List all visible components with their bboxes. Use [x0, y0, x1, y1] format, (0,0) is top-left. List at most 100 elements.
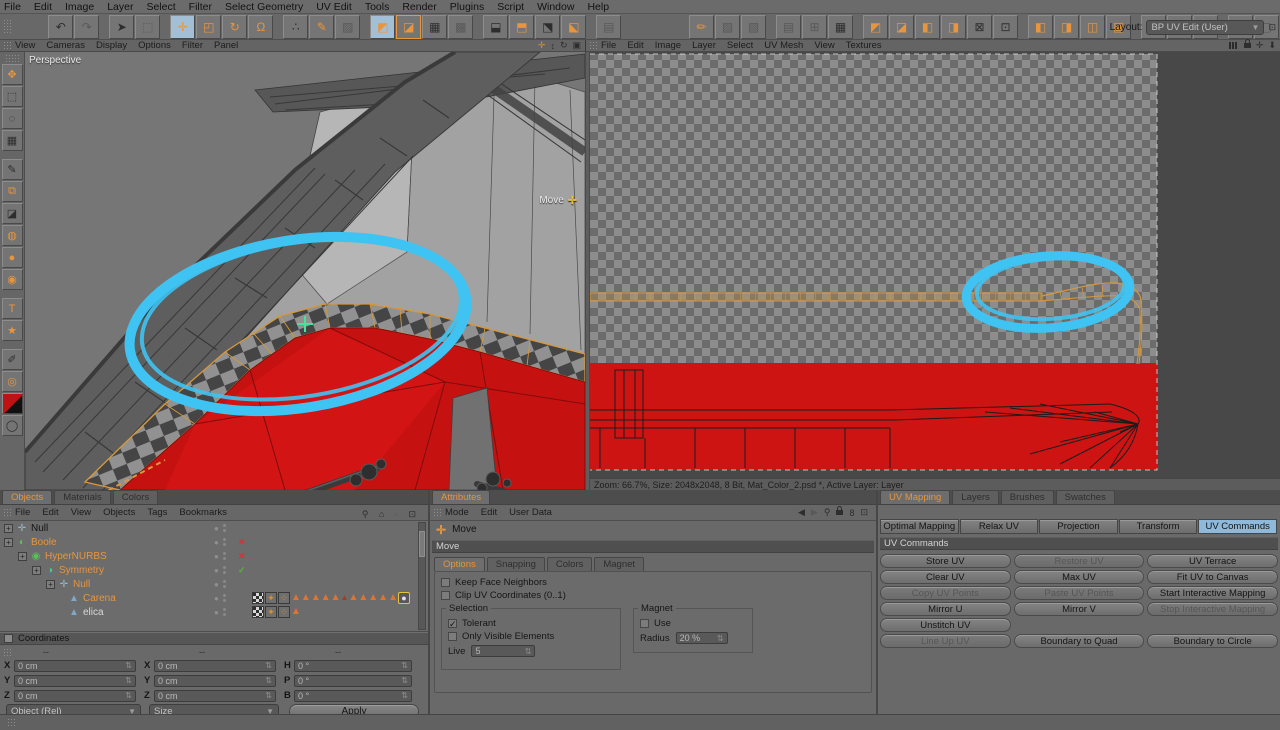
home-icon[interactable]: ⌂ — [379, 509, 384, 519]
coord-pos-y[interactable]: 0 cm ⇅ — [14, 674, 136, 687]
tree-row-null[interactable]: + ✛ Null ● — [0, 521, 428, 535]
layer-dot-icon[interactable]: ● — [214, 552, 219, 561]
vp-menu-panel[interactable]: Panel — [214, 40, 238, 51]
selection-tag-icon[interactable]: ▲ — [291, 606, 301, 618]
uv-menu-layer[interactable]: Layer — [692, 40, 716, 51]
uv-terrace-button[interactable]: UV Terrace — [1147, 554, 1278, 568]
expand-icon[interactable]: + — [4, 523, 13, 533]
menu-file[interactable]: File — [4, 1, 21, 13]
uv-select-island-icon[interactable]: ◨ — [941, 14, 966, 39]
spinner-icon[interactable]: ⇅ — [125, 691, 132, 700]
uvw-tag-icon[interactable]: ⁘ — [278, 592, 290, 604]
uv-point-mode-icon[interactable]: ◩ — [370, 14, 396, 39]
vp-menu-cameras[interactable]: Cameras — [46, 40, 85, 51]
uv-menu-view[interactable]: View — [814, 40, 834, 51]
objects-menu-bookmarks[interactable]: Bookmarks — [179, 507, 227, 518]
menu-uv-edit[interactable]: UV Edit — [316, 1, 352, 13]
texture-view-mode-icon[interactable]: ▤ — [596, 14, 622, 39]
spinner-icon[interactable]: ⇅ — [125, 661, 132, 670]
restore-uv-button[interactable]: Restore UV — [1013, 554, 1145, 568]
paint-3d-icon[interactable]: ✎ — [309, 14, 335, 39]
mirror-u-button[interactable]: Mirror U — [880, 602, 1011, 616]
spinner-icon[interactable]: ⇅ — [401, 661, 408, 670]
layer-dot-icon[interactable]: ● — [214, 594, 219, 603]
histogram-icon[interactable] — [1228, 42, 1238, 49]
expand-icon[interactable]: + — [4, 537, 13, 547]
lock-icon[interactable] — [1243, 39, 1251, 48]
tab-layers[interactable]: Layers — [952, 490, 999, 504]
checkbox-clip-uv[interactable] — [441, 591, 450, 600]
selection-tag-icon[interactable]: ▲ — [291, 592, 301, 604]
coord-size-z[interactable]: 0 cm ⇅ — [154, 689, 276, 702]
menu-edit[interactable]: Edit — [34, 1, 52, 13]
fill-tool-icon[interactable]: ◍ — [1, 225, 23, 246]
statusbar-grip[interactable] — [7, 718, 16, 727]
edges-mode-icon[interactable]: ⬒ — [509, 14, 535, 39]
tab-swatches[interactable]: Swatches — [1055, 490, 1115, 504]
coord-rot-b[interactable]: 0 ° ⇅ — [294, 689, 412, 702]
coord-pos-z[interactable]: 0 cm ⇅ — [14, 689, 136, 702]
uv-select-edge-icon[interactable]: ◪ — [889, 14, 914, 39]
search-icon[interactable]: ⚲ — [824, 507, 831, 518]
selection-tag-icon[interactable]: ▲ — [341, 592, 349, 604]
mirror-paint-icon[interactable]: ⊞ — [802, 14, 827, 39]
tree-row-symmetry[interactable]: + ◑ Symmetry ● ✓ — [0, 563, 428, 577]
menu-layer[interactable]: Layer — [107, 1, 133, 13]
lasso-select-icon[interactable]: ◌ — [1, 108, 23, 129]
visibility-dots[interactable] — [222, 593, 226, 603]
uv-edge-mode-icon[interactable]: ◪ — [396, 14, 422, 39]
attr-menu-mode[interactable]: Mode — [445, 507, 469, 518]
polygons-mode-icon[interactable]: ⬔ — [535, 14, 561, 39]
toolbar-grip[interactable] — [3, 18, 12, 35]
pencil-tool-icon[interactable]: ✎ — [1, 159, 23, 180]
uv-commands-header[interactable]: UV Commands — [880, 537, 1278, 550]
vp-menu-options[interactable]: Options — [138, 40, 171, 51]
checkbox-only-visible[interactable] — [448, 632, 457, 641]
visibility-dots[interactable] — [222, 551, 226, 561]
fit-uv-to-canvas-button[interactable]: Fit UV to Canvas — [1147, 570, 1278, 584]
layout-menu-icon[interactable]: ⊡ — [1268, 22, 1276, 33]
checkbox-use-magnet[interactable] — [640, 619, 649, 628]
tree-row-boole[interactable]: + ◐ Boole ● ✕ — [0, 535, 428, 549]
selection-tag-icon[interactable]: ▲ — [378, 592, 388, 604]
stop-interactive-mapping-button[interactable]: Stop Interactive Mapping — [1147, 602, 1278, 616]
magnet-tool-icon[interactable]: Ω — [248, 14, 274, 39]
objects-menu-file[interactable]: File — [15, 507, 30, 518]
viewport-3d[interactable]: Perspective Move ✛ — [25, 52, 585, 490]
spinner-icon[interactable]: ⇅ — [401, 676, 408, 685]
coord-size-y[interactable]: 0 cm ⇅ — [154, 674, 276, 687]
uv-select-polygon-icon[interactable]: ◧ — [915, 14, 940, 39]
uv-menu-edit[interactable]: Edit — [627, 40, 643, 51]
rotate-tool-icon[interactable]: ↻ — [222, 14, 248, 39]
search-icon[interactable]: ⚲ — [362, 509, 369, 519]
checkbox-keep-face[interactable] — [441, 578, 450, 587]
max-uv-button[interactable]: Max UV — [1013, 570, 1145, 584]
tab-options[interactable]: Options — [434, 557, 485, 571]
coordinates-header[interactable]: Coordinates — [0, 632, 428, 645]
menu-tools[interactable]: Tools — [365, 1, 390, 13]
smear-brush-icon[interactable]: ▨ — [715, 14, 740, 39]
selection-tag-icon[interactable]: ▲ — [388, 592, 398, 604]
texture-tag-icon[interactable] — [252, 592, 264, 604]
phong-tag-icon[interactable]: ✦ — [265, 606, 277, 618]
blob-brush-icon[interactable]: ● — [1, 247, 23, 268]
undo-icon[interactable]: ↶ — [48, 14, 74, 39]
uv-menu-textures[interactable]: Textures — [846, 40, 882, 51]
expand-icon[interactable]: + — [32, 565, 41, 575]
expand-icon[interactable]: + — [46, 579, 55, 589]
unstitch-uv-button[interactable]: Unstitch UV — [880, 618, 1011, 632]
bg-color-icon[interactable]: ◨ — [1054, 14, 1079, 39]
uv-select-point-icon[interactable]: ◩ — [863, 14, 888, 39]
attributes-grip[interactable] — [433, 508, 442, 517]
spinner-icon[interactable]: ⇅ — [525, 647, 532, 656]
paste-uv-points-button[interactable]: Paste UV Points — [1013, 586, 1145, 600]
tab-attributes[interactable]: Attributes — [432, 490, 491, 504]
disabled-tool-icon[interactable]: ◯ — [1, 415, 23, 436]
expand-icon[interactable]: + — [18, 551, 27, 561]
uv-polygon-mode-icon[interactable]: ▦ — [422, 14, 448, 39]
copy-uv-points-button[interactable]: Copy UV Points — [880, 586, 1011, 600]
maximize-view-icon[interactable]: ▣ — [572, 40, 581, 51]
visibility-dots[interactable] — [222, 537, 226, 547]
visibility-dots[interactable] — [222, 607, 226, 617]
lock-icon[interactable] — [836, 506, 844, 515]
